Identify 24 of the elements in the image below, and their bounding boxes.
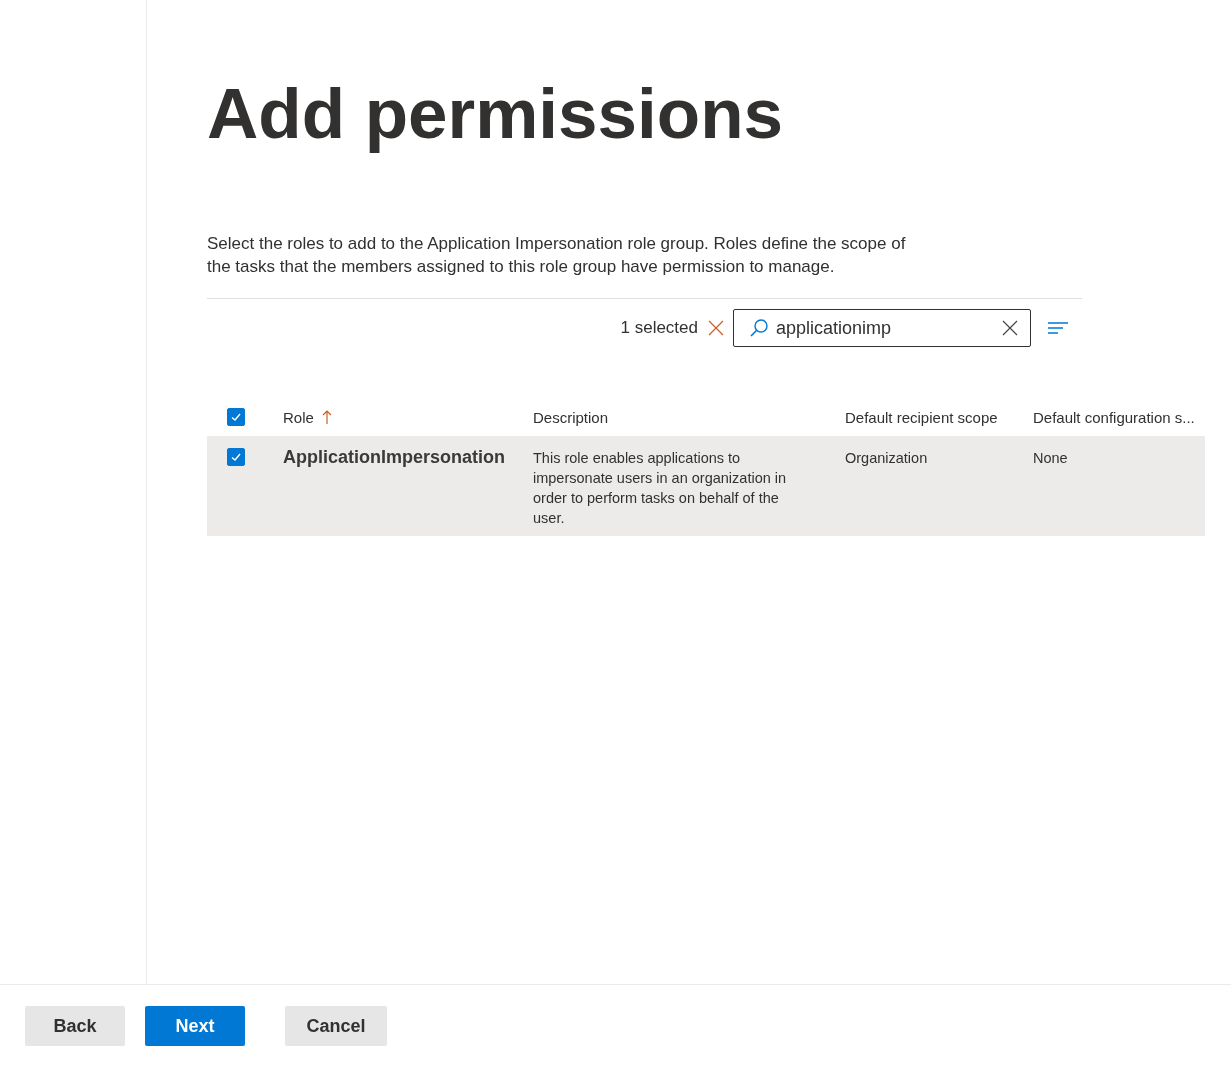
- column-header[interactable]: Description: [533, 408, 609, 426]
- column-header[interactable]: Default configuration s...: [1033, 408, 1195, 426]
- description-text: Select the roles to add to the Application Impersonation role group. Roles define the scope of the tasks that the members assigned to this role group have permission to manage.: [207, 233, 907, 278]
- search-input[interactable]: applicationimp: [776, 317, 994, 339]
- search-icon: [748, 317, 770, 339]
- row-checkbox[interactable]: [227, 448, 245, 466]
- page-title: Add permissions: [207, 74, 784, 154]
- filter-icon[interactable]: [1047, 321, 1069, 335]
- column-header[interactable]: Default recipient scope: [845, 408, 998, 426]
- column-header[interactable]: Role: [283, 408, 314, 426]
- sort-arrow-icon: [321, 409, 332, 425]
- table-cell-text: Organization: [845, 449, 929, 468]
- table-cell-text: This role enables applications to impersonate users in an organization in order to perform tasks on behalf of the user.: [533, 449, 788, 528]
- table-cell-text: None: [1033, 449, 1069, 468]
- selection-count: 1 selected: [620, 318, 698, 338]
- footer-button[interactable]: Cancel: [285, 1006, 387, 1046]
- select-all-checkbox[interactable]: [227, 408, 245, 426]
- footer-button[interactable]: Back: [25, 1006, 125, 1046]
- clear-search-icon[interactable]: [1002, 320, 1018, 336]
- clear-selection-icon[interactable]: [707, 319, 725, 337]
- table-cell-text: ApplicationImpersonation: [283, 446, 506, 468]
- search-field[interactable]: applicationimp: [733, 309, 1031, 347]
- table-row[interactable]: ApplicationImpersonation This role enables applications to impersonate users in an organization in order to perform tasks on behalf of the user. Organization None: [207, 436, 1205, 536]
- footer-button[interactable]: Next: [145, 1006, 245, 1046]
